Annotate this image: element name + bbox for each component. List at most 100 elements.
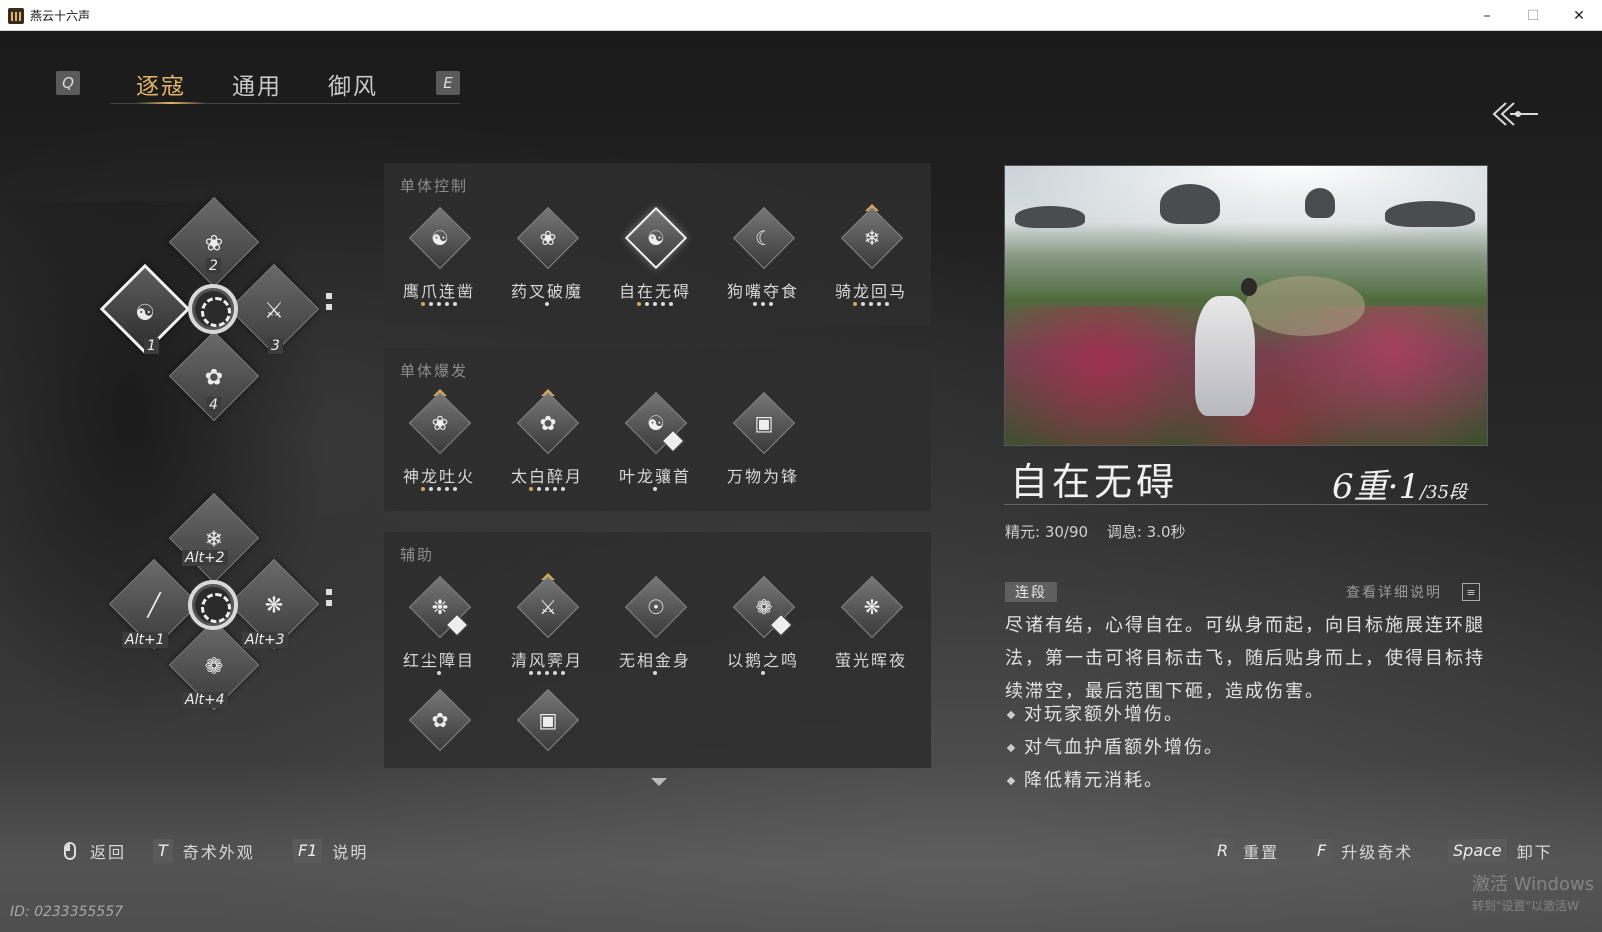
skill-stats: 精元: 30/90 调息: 3.0秒 bbox=[1005, 521, 1200, 542]
skill-card[interactable]: ❀ 药叉破魔 bbox=[497, 206, 597, 318]
skill-card[interactable]: ☾ 狗嘴夺食 bbox=[713, 206, 813, 318]
player-id: ID: 0233355557 bbox=[10, 904, 124, 920]
skill-card[interactable]: ☯ 叶龙骧首 bbox=[605, 391, 705, 503]
hint-appearance-label: 奇术外观 bbox=[182, 843, 255, 862]
mouse-icon bbox=[64, 842, 76, 860]
snatch-icon: ☾ bbox=[755, 226, 773, 250]
maximize-button[interactable]: ☐ bbox=[1510, 0, 1556, 31]
breeze-moon-icon: ⚔ bbox=[539, 595, 557, 619]
skill-bullet: 对玩家额外增伤。 bbox=[1008, 700, 1184, 726]
skill-card-selected[interactable]: ☯ 自在无碍 bbox=[605, 206, 705, 318]
skill-card[interactable]: ❋ 萤光晖夜 bbox=[821, 575, 921, 687]
martial-pose-icon: ☯ bbox=[135, 300, 155, 326]
crossed-blades-icon: ⚔ bbox=[264, 297, 284, 323]
key-t: T bbox=[153, 839, 173, 863]
prev-tab-key[interactable]: Q bbox=[56, 71, 80, 95]
wheel-key-2: 2 bbox=[206, 258, 221, 274]
dragon-ride-icon: ❄ bbox=[863, 226, 881, 250]
panel-single-burst: 单体爆发 ❀ 神龙吐火 ✿ 太白醉月 ☯ 叶龙骧首 ▣ 万物为锋 bbox=[384, 348, 931, 511]
wheel-center-hub bbox=[188, 284, 238, 334]
dragon-fire-icon: ❀ bbox=[431, 411, 449, 435]
skill-description: 尽诸有结，心得自在。可纵身而起，向目标施展连环腿法，第一击可将目标击飞，随后贴身… bbox=[1005, 615, 1485, 702]
hint-unequip[interactable]: Space 卸下 bbox=[1448, 839, 1553, 863]
skill-card[interactable]: ☯ 鹰爪连凿 bbox=[389, 206, 489, 318]
scroll-down-arrow-icon[interactable] bbox=[651, 778, 667, 786]
eagle-claw-icon: ☯ bbox=[431, 226, 449, 250]
hint-upgrade-label: 升级奇术 bbox=[1341, 843, 1414, 862]
wheel-key-4: 4 bbox=[206, 397, 221, 413]
chest-icon: ▣ bbox=[754, 411, 774, 435]
wheel-page-dot bbox=[326, 304, 332, 310]
skill-card[interactable]: ☉ 无相金身 bbox=[605, 575, 705, 687]
hint-help-label: 说明 bbox=[332, 843, 369, 862]
hint-help[interactable]: F1 说明 bbox=[293, 839, 368, 863]
wheel-key-alt-2: Alt+2 bbox=[182, 550, 228, 566]
stat-tiaoxi: 调息: 3.0秒 bbox=[1106, 523, 1186, 541]
key-f1: F1 bbox=[293, 839, 323, 863]
skill-card[interactable]: ▣ 万物为锋 bbox=[713, 391, 813, 503]
key-space: Space bbox=[1448, 839, 1507, 863]
tab-yufeng[interactable]: 御风 bbox=[328, 67, 378, 101]
game-screen: Q 逐寇 通用 御风 E ❀ ☯ ⚔ ✿ 1 2 3 4 ❄ ╱ ❋ ❁ Alt… bbox=[0, 31, 1602, 932]
divider bbox=[1004, 504, 1488, 505]
skill-card[interactable]: ⚔ 清风霁月 bbox=[497, 573, 597, 687]
skill-card[interactable]: ✿ 太白醉月 bbox=[497, 389, 597, 503]
close-button[interactable]: ✕ bbox=[1556, 0, 1602, 31]
skill-level: 6重·1/35段 bbox=[1332, 459, 1467, 508]
window-titlebar: 燕云十六声 – ☐ ✕ bbox=[0, 0, 1602, 31]
wheel-key-1: 1 bbox=[144, 338, 159, 354]
activation-watermark: 激活 Windows bbox=[1472, 874, 1595, 895]
back-arrow-icon[interactable] bbox=[1492, 99, 1540, 129]
yaksha-icon: ❀ bbox=[539, 226, 557, 250]
skill-card[interactable]: ❁ 以鹅之鸣 bbox=[713, 575, 813, 687]
skill-preview-image bbox=[1004, 165, 1488, 446]
panel-single-control: 单体控制 ☯ 鹰爪连凿 ❀ 药叉破魔 ☯ 自在无碍 ☾ 狗嘴夺食 ❄ 骑龙回马 bbox=[384, 163, 931, 326]
minimize-button[interactable]: – bbox=[1464, 0, 1510, 31]
panel-title: 单体控制 bbox=[400, 177, 469, 195]
skill-level-main: 6重·1 bbox=[1332, 467, 1421, 507]
slash-icon: ╱ bbox=[147, 592, 161, 618]
skill-card[interactable]: ❉ 红尘障目 bbox=[389, 575, 489, 687]
wheel-page-dot bbox=[326, 293, 332, 299]
hint-back[interactable]: 返回 bbox=[64, 839, 126, 863]
wheel-key-3: 3 bbox=[268, 338, 283, 354]
chest-icon: ▣ bbox=[538, 708, 558, 732]
key-r: R bbox=[1212, 839, 1234, 863]
wheel-center-hub bbox=[188, 580, 238, 630]
view-details-link[interactable]: 查看详细说明 bbox=[1346, 582, 1442, 602]
wheel-page-dot bbox=[326, 589, 332, 595]
stat-jingyuan: 精元: 30/90 bbox=[1005, 523, 1089, 541]
window-title: 燕云十六声 bbox=[30, 9, 91, 23]
tab-tongyong[interactable]: 通用 bbox=[232, 67, 282, 101]
wheel-page-dot bbox=[326, 600, 332, 606]
key-f: F bbox=[1312, 839, 1332, 863]
firefly-icon: ❋ bbox=[863, 595, 881, 619]
hint-reset[interactable]: R 重置 bbox=[1212, 839, 1279, 863]
skill-card[interactable]: ❀ 神龙吐火 bbox=[389, 389, 489, 503]
hint-reset-label: 重置 bbox=[1243, 843, 1280, 862]
skill-name: 自在无碍 bbox=[1010, 460, 1179, 504]
app-icon bbox=[8, 8, 24, 24]
tab-zhukou[interactable]: 逐寇 bbox=[136, 67, 186, 101]
hint-appearance[interactable]: T 奇术外观 bbox=[153, 839, 255, 863]
panel-title: 辅助 bbox=[400, 546, 435, 564]
skill-bullet: 降低精元消耗。 bbox=[1008, 766, 1164, 792]
skill-card[interactable]: ▣ bbox=[497, 688, 597, 760]
skill-level-max: /35段 bbox=[1420, 482, 1468, 503]
hint-upgrade[interactable]: F 升级奇术 bbox=[1312, 839, 1413, 863]
details-toggle-icon[interactable]: ≡ bbox=[1462, 583, 1480, 601]
skill-card[interactable]: ❄ 骑龙回马 bbox=[821, 204, 921, 318]
active-tab-indicator bbox=[136, 102, 206, 104]
drunk-moon-icon: ✿ bbox=[539, 411, 557, 435]
hint-back-label: 返回 bbox=[90, 843, 127, 862]
skill-tag: 连段 bbox=[1005, 582, 1057, 602]
wheel-key-alt-4: Alt+4 bbox=[182, 692, 228, 708]
hint-unequip-label: 卸下 bbox=[1516, 843, 1553, 862]
bell-sweep-icon: ❋ bbox=[264, 592, 284, 618]
activation-watermark-sub: 转到"设置"以激活W bbox=[1472, 899, 1579, 913]
free-flow-icon: ☯ bbox=[647, 226, 665, 250]
skill-card[interactable]: ✿ bbox=[389, 688, 489, 760]
golden-body-icon: ☉ bbox=[647, 595, 665, 619]
next-tab-key[interactable]: E bbox=[436, 71, 460, 95]
panel-support: 辅助 ❉ 红尘障目 ⚔ 清风霁月 ☉ 无相金身 ❁ 以鹅之鸣 ❋ 萤光晖夜 ✿ … bbox=[384, 532, 931, 768]
